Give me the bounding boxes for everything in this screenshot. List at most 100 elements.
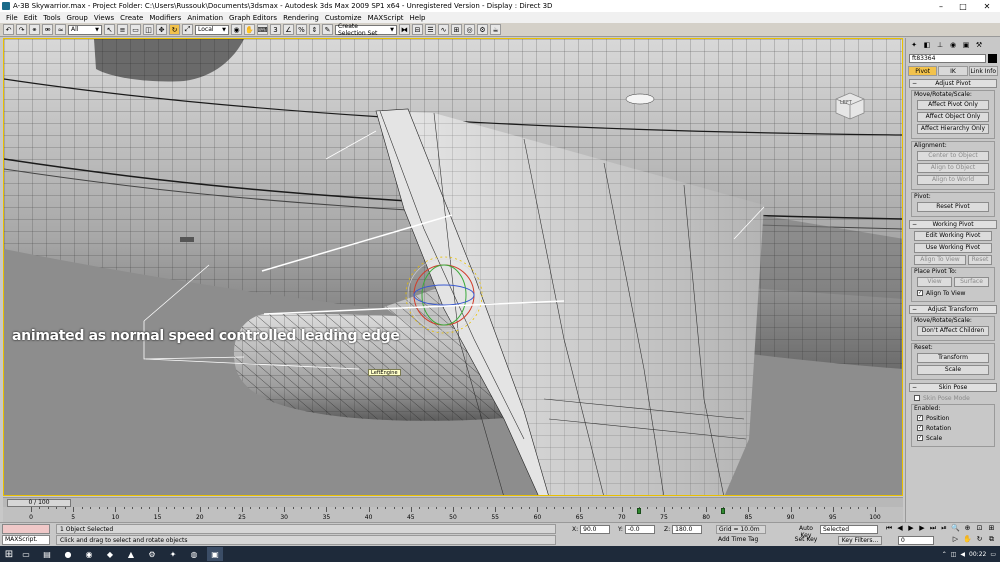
- menu-tools[interactable]: Tools: [40, 14, 63, 22]
- select-scale-icon[interactable]: ⤢: [182, 24, 193, 35]
- reset-pivot-button[interactable]: Reset Pivot: [917, 202, 989, 212]
- steam-icon[interactable]: ⚙: [144, 547, 160, 561]
- maxscript-label[interactable]: MAXScript.: [2, 535, 50, 545]
- spinner-snap-icon[interactable]: ⇕: [309, 24, 320, 35]
- align-to-world-button[interactable]: Align to World: [917, 175, 989, 185]
- zoom-icon[interactable]: 🔍: [950, 524, 961, 534]
- menu-customize[interactable]: Customize: [322, 14, 365, 22]
- surface-button[interactable]: Surface: [954, 277, 989, 287]
- perspective-viewport[interactable]: animated as normal speed controlled lead…: [3, 38, 903, 496]
- motion-tab-icon[interactable]: ◉: [948, 40, 958, 50]
- layer-manager-icon[interactable]: ☰: [425, 24, 436, 35]
- material-editor-icon[interactable]: ◎: [464, 24, 475, 35]
- center-to-object-button[interactable]: Center to Object: [917, 151, 989, 161]
- rollout-adjust-pivot[interactable]: − Adjust Pivot: [909, 79, 997, 88]
- ref-coord-dropdown[interactable]: Local ▼: [195, 24, 229, 35]
- zoom-all-icon[interactable]: ⊕: [962, 524, 973, 534]
- animation-key[interactable]: [721, 508, 726, 514]
- menu-graph-editors[interactable]: Graph Editors: [226, 14, 280, 22]
- select-manipulate-icon[interactable]: ✋: [244, 24, 255, 35]
- utilities-tab-icon[interactable]: ⚒: [974, 40, 984, 50]
- menu-modifiers[interactable]: Modifiers: [146, 14, 184, 22]
- set-key-button[interactable]: Set Key: [794, 536, 818, 545]
- time-slider-thumb[interactable]: 0 / 100: [7, 499, 71, 507]
- z-field[interactable]: 180.0: [672, 525, 703, 534]
- align-to-view-button[interactable]: Align To View: [914, 255, 966, 265]
- keyboard-shortcut-icon[interactable]: ⌨: [257, 24, 268, 35]
- percent-snap-icon[interactable]: %: [296, 24, 307, 35]
- align-to-object-button[interactable]: Align to Object: [917, 163, 989, 173]
- window-crossing-icon[interactable]: ◫: [143, 24, 154, 35]
- menu-file[interactable]: File: [3, 14, 21, 22]
- affect-pivot-only-button[interactable]: Affect Pivot Only: [917, 100, 989, 110]
- rect-selection-icon[interactable]: ▭: [130, 24, 141, 35]
- position-checkbox[interactable]: ✓ Position: [917, 414, 989, 422]
- track-bar[interactable]: 0 5 10 15 20 25 30 35 40 45 50 55 60 65 70 75 80 85 90 95 10…: [3, 507, 903, 522]
- hierarchy-tab-icon[interactable]: ⊥: [935, 40, 945, 50]
- select-by-name-icon[interactable]: ≡: [117, 24, 128, 35]
- tab-ik[interactable]: IK: [938, 66, 968, 76]
- prev-frame-icon[interactable]: ◀: [895, 524, 905, 534]
- edit-working-pivot-button[interactable]: Edit Working Pivot: [914, 231, 992, 241]
- menu-views[interactable]: Views: [91, 14, 117, 22]
- y-field[interactable]: -0.0: [624, 525, 655, 534]
- scale-button[interactable]: Scale: [917, 365, 989, 375]
- reset-working-pivot-button[interactable]: Reset: [968, 255, 992, 265]
- schematic-view-icon[interactable]: ⊞: [451, 24, 462, 35]
- angle-snap-icon[interactable]: ∠: [283, 24, 294, 35]
- redo-icon[interactable]: ↷: [16, 24, 27, 35]
- select-move-icon[interactable]: ✥: [156, 24, 167, 35]
- animation-key[interactable]: [636, 508, 641, 514]
- arc-rotate-icon[interactable]: ↻: [974, 535, 985, 545]
- selection-filter-dropdown[interactable]: All ▼: [68, 24, 102, 35]
- align-to-view-checkbox[interactable]: ✓ Align To View: [917, 289, 989, 297]
- app-icon-3[interactable]: ▲: [123, 547, 139, 561]
- render-setup-icon[interactable]: ⚙: [477, 24, 488, 35]
- app-icon-4[interactable]: ◍: [186, 547, 202, 561]
- field-of-view-icon[interactable]: ▷: [950, 535, 961, 545]
- browser-icon[interactable]: ◉: [81, 547, 97, 561]
- viewcube[interactable]: LEFT: [828, 85, 870, 121]
- current-frame-field[interactable]: 0: [898, 536, 934, 545]
- scale-checkbox[interactable]: ✓ Scale: [917, 434, 989, 442]
- display-tab-icon[interactable]: ▣: [961, 40, 971, 50]
- rollout-adjust-transform[interactable]: − Adjust Transform: [909, 305, 997, 314]
- start-icon[interactable]: ⊞: [0, 549, 18, 560]
- unlink-icon[interactable]: ⚮: [42, 24, 53, 35]
- auto-key-button[interactable]: Auto Key: [794, 525, 818, 539]
- 3dsmax-taskbar-icon[interactable]: ▣: [207, 547, 223, 561]
- time-slider[interactable]: 0 / 100: [3, 497, 903, 507]
- file-explorer-icon[interactable]: ▤: [39, 547, 55, 561]
- rollout-skin-pose[interactable]: − Skin Pose: [909, 383, 997, 392]
- x-field[interactable]: 90.0: [580, 525, 611, 534]
- rollout-working-pivot[interactable]: − Working Pivot: [909, 220, 997, 229]
- menu-edit[interactable]: Edit: [21, 14, 41, 22]
- select-link-icon[interactable]: ⚭: [29, 24, 40, 35]
- app-icon-2[interactable]: ◆: [102, 547, 118, 561]
- next-frame-icon[interactable]: ▶: [917, 524, 927, 534]
- pivot-center-icon[interactable]: ◉: [231, 24, 242, 35]
- object-color-swatch[interactable]: [988, 54, 997, 63]
- menu-create[interactable]: Create: [117, 14, 146, 22]
- key-filters-button[interactable]: Key Filters...: [838, 536, 882, 545]
- select-object-icon[interactable]: ↖: [104, 24, 115, 35]
- play-icon[interactable]: ▶: [906, 524, 916, 534]
- add-time-tag[interactable]: Add Time Tag: [706, 536, 766, 545]
- bind-spacewarp-icon[interactable]: ≈: [55, 24, 66, 35]
- zoom-extents-icon[interactable]: ⊡: [974, 524, 985, 534]
- zoom-extents-all-icon[interactable]: ⊞: [986, 524, 997, 534]
- menu-maxscript[interactable]: MAXScript: [365, 14, 407, 22]
- tray-arrow-icon[interactable]: ⌃: [942, 551, 947, 558]
- menu-animation[interactable]: Animation: [184, 14, 226, 22]
- edit-named-selection-icon[interactable]: ✎: [322, 24, 333, 35]
- tab-pivot[interactable]: Pivot: [908, 66, 938, 76]
- minimize-button[interactable]: –: [930, 0, 952, 12]
- transform-button[interactable]: Transform: [917, 353, 989, 363]
- use-working-pivot-button[interactable]: Use Working Pivot: [914, 243, 992, 253]
- view-button[interactable]: View: [917, 277, 952, 287]
- go-to-end-icon[interactable]: ⏭: [928, 524, 938, 534]
- notifications-icon[interactable]: ▭: [990, 551, 996, 558]
- undo-icon[interactable]: ↶: [3, 24, 14, 35]
- maximize-viewport-icon[interactable]: ⧉: [986, 535, 997, 545]
- curve-editor-icon[interactable]: ∿: [438, 24, 449, 35]
